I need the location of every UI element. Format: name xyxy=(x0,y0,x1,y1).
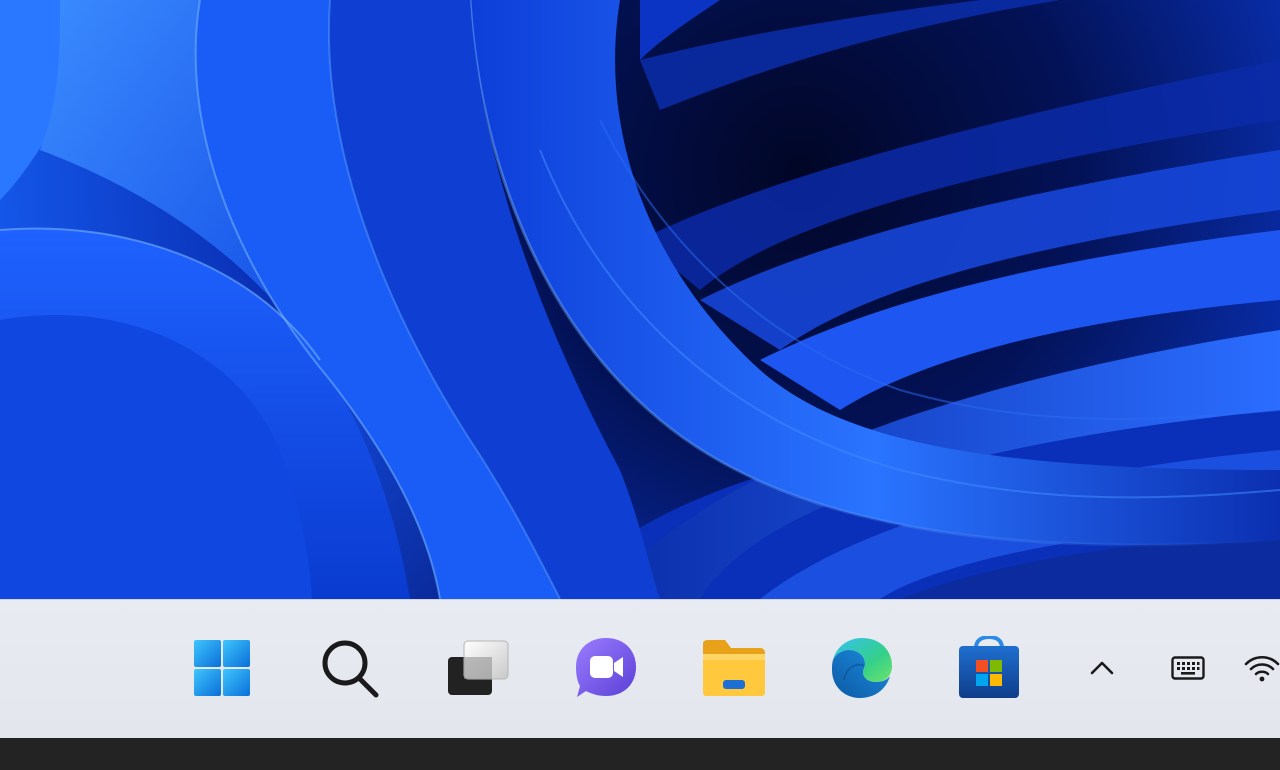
search-button[interactable] xyxy=(312,630,388,706)
task-view-icon xyxy=(448,640,509,695)
network-button[interactable] xyxy=(1240,644,1280,692)
chat-video-icon xyxy=(576,638,636,697)
keyboard-icon xyxy=(1171,656,1205,680)
task-view-button[interactable] xyxy=(440,630,516,706)
search-icon xyxy=(322,640,379,698)
store-button[interactable] xyxy=(951,630,1027,706)
start-button[interactable] xyxy=(184,630,260,706)
edge-icon xyxy=(832,638,892,698)
wifi-icon xyxy=(1244,655,1280,682)
file-explorer-button[interactable] xyxy=(696,630,772,706)
taskbar xyxy=(0,599,1280,738)
edge-button[interactable] xyxy=(824,630,900,706)
chat-button[interactable] xyxy=(568,630,644,706)
folder-icon xyxy=(703,640,765,696)
desktop-wallpaper xyxy=(0,0,1280,599)
show-hidden-icons-button[interactable] xyxy=(1080,644,1124,692)
screen-bezel xyxy=(0,738,1280,770)
bloom-wallpaper-graphic xyxy=(0,0,1280,599)
windows-logo-icon xyxy=(194,640,250,696)
touch-keyboard-button[interactable] xyxy=(1164,644,1212,692)
chevron-up-icon xyxy=(1090,661,1114,675)
store-icon xyxy=(959,636,1019,698)
